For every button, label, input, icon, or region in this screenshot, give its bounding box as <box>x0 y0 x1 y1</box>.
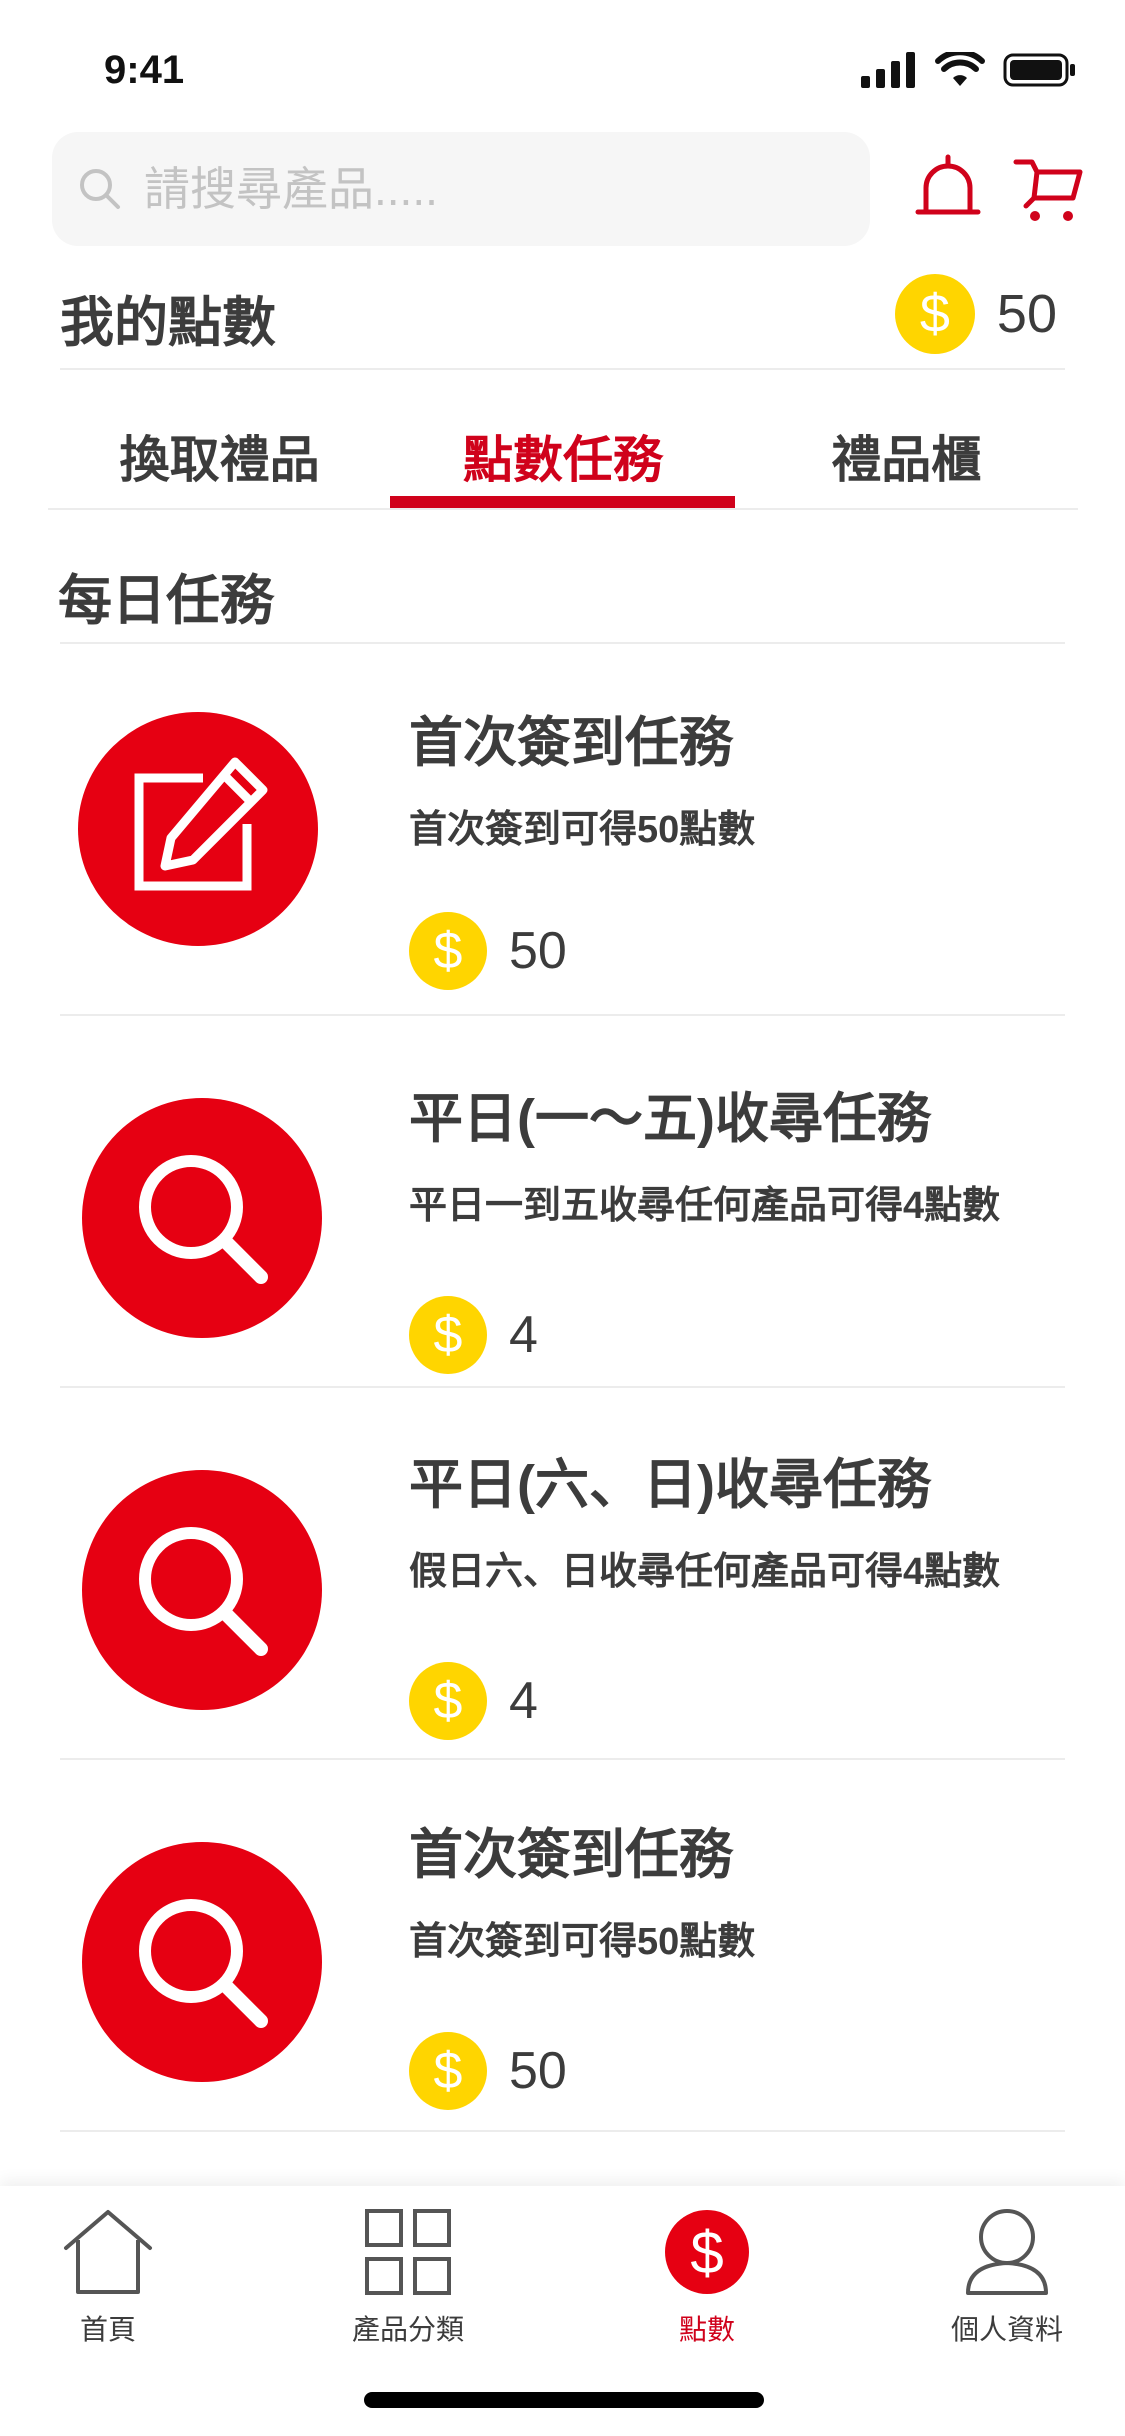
tab-redeem-gifts[interactable]: 換取禮品 <box>48 402 391 510</box>
task-item[interactable]: 首次簽到任務 首次簽到可得50點數 $ 50 <box>60 1760 1065 2132</box>
nav-points[interactable]: $ 點數 <box>607 2204 807 2348</box>
task-title: 首次簽到任務 <box>409 1825 733 1885</box>
task-reward: $ 4 <box>409 1662 538 1740</box>
reward-value: 4 <box>509 1672 538 1730</box>
signal-icon <box>861 52 915 88</box>
dollar-icon: $ <box>659 2204 755 2300</box>
section-title: 每日任務 <box>58 571 274 631</box>
nav-categories[interactable]: 產品分類 <box>308 2204 508 2348</box>
task-title: 首次簽到任務 <box>409 713 733 773</box>
tab-points-tasks[interactable]: 點數任務 <box>391 402 734 510</box>
task-description: 假日六、日收尋任何產品可得4點數 <box>409 1551 1001 1593</box>
coin-icon: $ <box>409 912 487 990</box>
reward-value: 50 <box>509 922 567 980</box>
task-item[interactable]: 平日(六、日)收尋任務 假日六、日收尋任何產品可得4點數 $ 4 <box>60 1388 1065 1760</box>
active-tab-indicator <box>390 496 735 508</box>
task-reward: $ 50 <box>409 2032 567 2110</box>
coin-icon: $ <box>409 2032 487 2110</box>
search-input[interactable] <box>142 161 846 217</box>
cart-icon[interactable] <box>1012 152 1084 224</box>
home-icon <box>60 2204 156 2300</box>
task-item[interactable]: 平日(一～五)收尋任務 平日一到五收尋任何產品可得4點數 $ 4 <box>60 1016 1065 1388</box>
dollar-badge: $ <box>665 2210 749 2294</box>
tab-bar: 換取禮品 點數任務 禮品櫃 <box>48 402 1078 510</box>
search-icon <box>82 1842 322 2082</box>
search-icon <box>82 1098 322 1338</box>
status-icons <box>861 48 1077 92</box>
nav-label: 首頁 <box>79 2314 136 2345</box>
points-value: 50 <box>996 284 1057 344</box>
tab-gift-cabinet[interactable]: 禮品櫃 <box>735 402 1078 510</box>
search-icon <box>80 169 120 209</box>
bell-icon[interactable] <box>912 152 984 224</box>
task-description: 平日一到五收尋任何產品可得4點數 <box>409 1185 1001 1227</box>
edit-icon <box>78 712 318 946</box>
divider <box>60 368 1065 370</box>
coin-icon: $ <box>409 1296 487 1374</box>
task-description: 首次簽到可得50點數 <box>409 809 756 851</box>
coin-icon: $ <box>409 1662 487 1740</box>
divider <box>48 508 1078 510</box>
task-title: 平日(一～五)收尋任務 <box>409 1089 931 1149</box>
user-icon <box>959 2204 1055 2300</box>
nav-label: 點數 <box>678 2314 735 2345</box>
search-bar[interactable] <box>52 132 870 246</box>
search-icon <box>82 1470 322 1710</box>
task-item[interactable]: 首次簽到任務 首次簽到可得50點數 $ 50 <box>60 644 1065 1016</box>
task-description: 首次簽到可得50點數 <box>409 1921 756 1963</box>
reward-value: 50 <box>509 2042 567 2100</box>
coin-icon: $ <box>894 274 975 354</box>
grid-icon <box>360 2204 456 2300</box>
status-time: 9:41 <box>104 48 185 92</box>
battery-icon <box>1003 53 1075 87</box>
task-title: 平日(六、日)收尋任務 <box>409 1455 931 1515</box>
points-title: 我的點數 <box>60 293 276 353</box>
task-reward: $ 50 <box>409 912 567 990</box>
divider <box>60 2130 1065 2132</box>
nav-home[interactable]: 首頁 <box>8 2204 208 2348</box>
reward-value: 4 <box>509 1306 538 1364</box>
points-balance: $ 50 <box>894 274 1057 354</box>
wifi-icon <box>935 52 985 86</box>
nav-profile[interactable]: 個人資料 <box>907 2204 1107 2348</box>
nav-label: 產品分類 <box>351 2314 464 2345</box>
home-indicator <box>364 2392 764 2408</box>
nav-label: 個人資料 <box>950 2314 1063 2345</box>
task-reward: $ 4 <box>409 1296 538 1374</box>
